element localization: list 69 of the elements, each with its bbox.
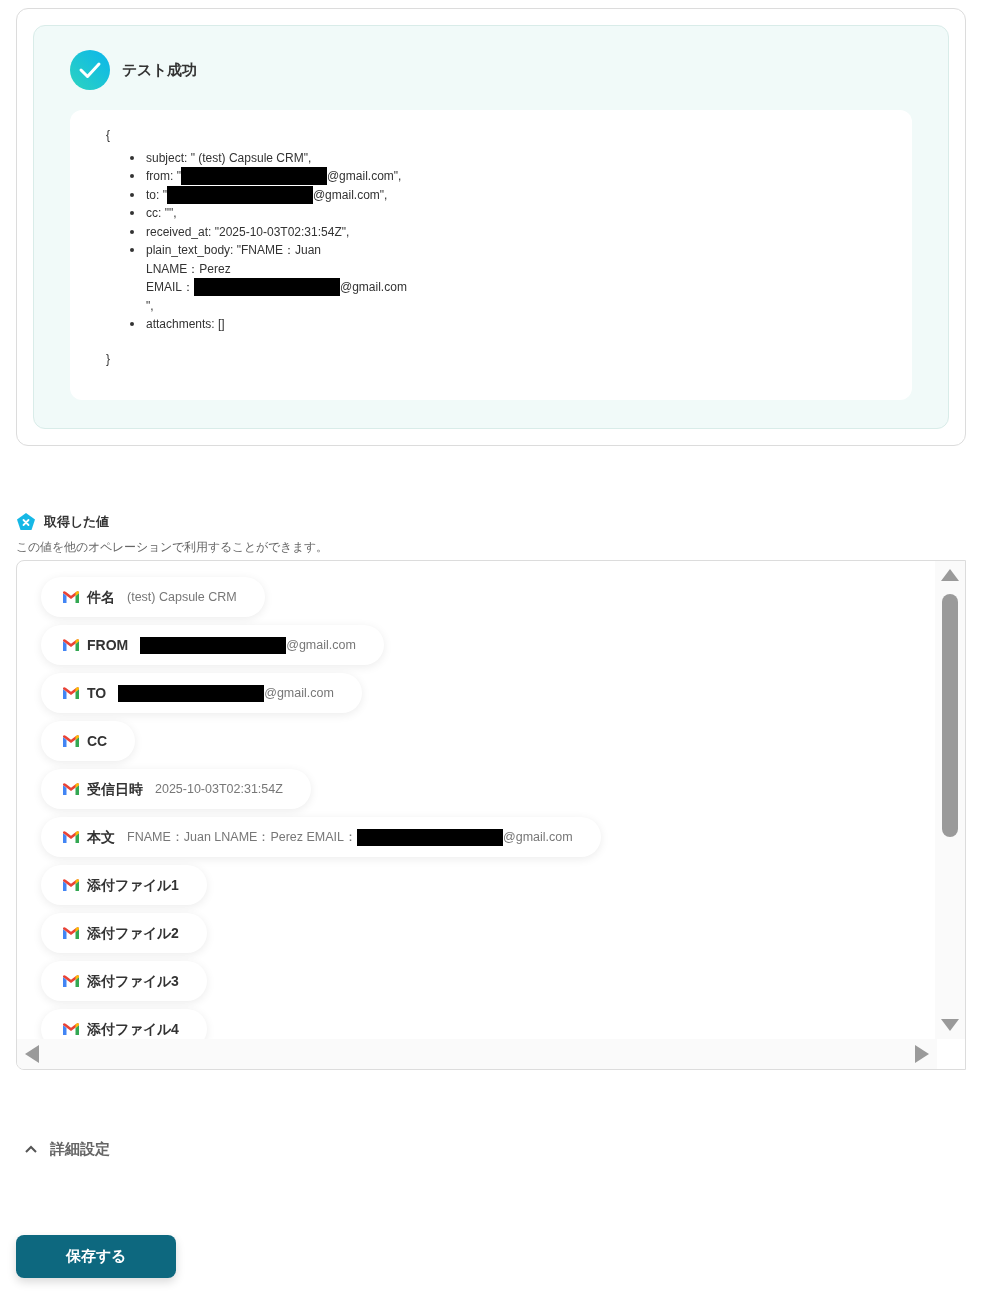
code-line: cc: "", (146, 205, 177, 222)
chip-value: @gmail.com (140, 635, 356, 655)
gmail-icon (63, 975, 79, 987)
variable-icon (16, 512, 36, 532)
section-description: この値を他のオペレーションで利用することができます。 (16, 540, 328, 554)
gmail-icon (63, 687, 79, 699)
scroll-down-icon[interactable] (941, 1019, 959, 1031)
gmail-icon (63, 1023, 79, 1035)
scrollbar-thumb[interactable] (942, 594, 958, 837)
check-circle-icon (70, 50, 110, 90)
chip-value: FNAME：Juan LNAME：Perez EMAIL： @gmail.com (127, 827, 573, 847)
bullet-icon (130, 192, 134, 197)
bullet-icon (130, 155, 134, 160)
scroll-up-icon[interactable] (941, 569, 959, 581)
chip-value: @gmail.com (118, 683, 334, 703)
chip-label: FROM (87, 635, 129, 655)
gmail-icon (63, 879, 79, 891)
chip-value: (test) Capsule CRM (127, 588, 237, 606)
open-brace: { (106, 127, 110, 144)
bullet-icon (130, 248, 134, 252)
bullet-icon (130, 211, 134, 215)
close-brace: } (106, 350, 110, 368)
gmail-icon (63, 783, 79, 795)
chip-label: TO (87, 683, 107, 703)
code-line: received_at: "2025-10-03T02:31:54Z", (146, 223, 350, 241)
value-chip[interactable]: FROM @gmail.com (41, 625, 384, 665)
advanced-settings-toggle[interactable]: 詳細設定 (24, 1138, 110, 1161)
value-chip[interactable]: 受信日時 2025-10-03T02:31:54Z (41, 769, 311, 809)
code-line: from: " @gmail.com", (146, 167, 402, 186)
chip-value: 2025-10-03T02:31:54Z (155, 780, 283, 798)
chip-label: 受信日時 (87, 779, 143, 799)
chip-label: 添付ファイル1 (87, 875, 179, 895)
chip-label: 添付ファイル4 (87, 1019, 179, 1039)
value-chip[interactable]: 添付ファイル4 (41, 1009, 207, 1039)
code-line: ", (146, 297, 155, 315)
bullet-icon (130, 322, 134, 326)
section-title: 取得した値 (44, 513, 109, 532)
code-line: attachments: [] (146, 316, 225, 333)
code-line: EMAIL： @gmail.com (146, 278, 407, 297)
gmail-icon (63, 591, 79, 603)
value-chip[interactable]: 件名 (test) Capsule CRM (41, 577, 265, 617)
gmail-icon (63, 639, 79, 651)
chip-label: 添付ファイル2 (87, 923, 179, 943)
value-chip[interactable]: 添付ファイル1 (41, 865, 207, 905)
gmail-icon (63, 735, 79, 747)
code-line: to: " @gmail.com", (146, 185, 388, 204)
save-button[interactable]: 保存する (16, 1234, 176, 1278)
scroll-right-icon[interactable] (915, 1045, 929, 1063)
value-chip[interactable]: TO @gmail.com (41, 673, 362, 713)
value-chip[interactable]: CC (41, 721, 136, 761)
scroll-left-icon[interactable] (25, 1045, 39, 1063)
code-line: subject: " (test) Capsule CRM", (146, 149, 312, 167)
vertical-scrollbar[interactable] (935, 561, 965, 1039)
chip-label: 件名 (87, 587, 115, 607)
chip-label: 本文 (87, 827, 115, 847)
success-title: テスト成功 (122, 59, 197, 80)
code-line: plain_text_body: "FNAME：Juan (146, 242, 322, 259)
gmail-icon (63, 831, 79, 843)
code-line: LNAME：Perez (146, 260, 232, 278)
bullet-icon (130, 229, 134, 234)
value-chip[interactable]: 添付ファイル2 (41, 913, 207, 953)
value-chip[interactable]: 添付ファイル3 (41, 961, 207, 1001)
gmail-icon (63, 927, 79, 939)
value-chip[interactable]: 本文 FNAME：Juan LNAME：Perez EMAIL： @gmail.com (41, 817, 601, 857)
horizontal-scrollbar[interactable] (17, 1039, 937, 1069)
chip-label: CC (87, 731, 108, 751)
chip-label: 添付ファイル3 (87, 971, 179, 991)
chevron-icon (24, 1144, 38, 1155)
bullet-icon (130, 174, 134, 178)
